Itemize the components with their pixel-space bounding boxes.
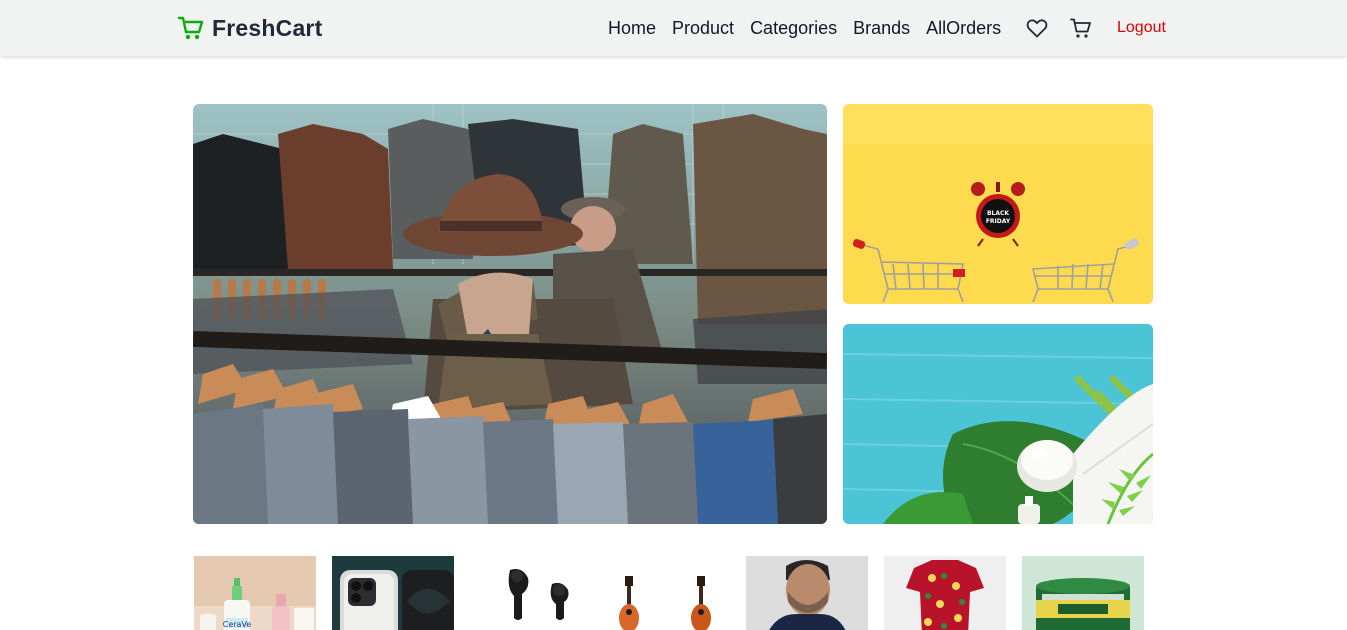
nav-home[interactable]: Home (608, 17, 656, 39)
grocery-can-image (1022, 556, 1144, 630)
nav-brands[interactable]: Brands (853, 17, 910, 39)
clothing-rack-image (193, 104, 827, 524)
navbar: FreshCart Home Product Categories Brands… (0, 0, 1347, 56)
brand-name: FreshCart (212, 14, 323, 41)
floral-shirt-image (884, 556, 1006, 630)
category-thumb-music[interactable] (608, 556, 730, 630)
category-thumb-phones[interactable] (332, 556, 454, 630)
category-thumb-grocery[interactable] (1022, 556, 1144, 630)
cart-icon[interactable] (1069, 16, 1093, 40)
nav-allorders[interactable]: AllOrders (926, 17, 1001, 39)
heart-icon[interactable] (1025, 16, 1049, 40)
nav-product[interactable]: Product (672, 17, 734, 39)
man-portrait-image (746, 556, 868, 630)
brand-logo[interactable]: FreshCart (177, 14, 322, 42)
black-friday-image: BLACK FRIDAY (843, 104, 1153, 304)
earbuds-image (470, 556, 592, 630)
skincare-image (843, 324, 1153, 524)
badge-friday: FRIDAY (986, 218, 1011, 225)
skincare-banner[interactable] (843, 324, 1153, 524)
category-thumb-mens-fashion[interactable] (746, 556, 868, 630)
category-thumb-womens-fashion[interactable] (884, 556, 1006, 630)
hero-main-slider[interactable] (193, 104, 827, 524)
logout-link[interactable]: Logout (1117, 19, 1166, 37)
category-thumb-skincare[interactable]: CeraVe (194, 556, 316, 630)
cerave-label: CeraVe (223, 620, 252, 629)
cart-logo-icon (177, 16, 204, 40)
badge-black: BLACK (987, 210, 1009, 217)
guitars-image (608, 556, 730, 630)
black-friday-banner[interactable]: BLACK FRIDAY (843, 104, 1153, 304)
category-thumb-audio[interactable] (470, 556, 592, 630)
nav-categories[interactable]: Categories (750, 17, 837, 39)
skincare-bottles-image: CeraVe (194, 556, 316, 630)
main-nav: Home Product Categories Brands AllOrders (608, 17, 1001, 39)
iphone-image (332, 556, 454, 630)
